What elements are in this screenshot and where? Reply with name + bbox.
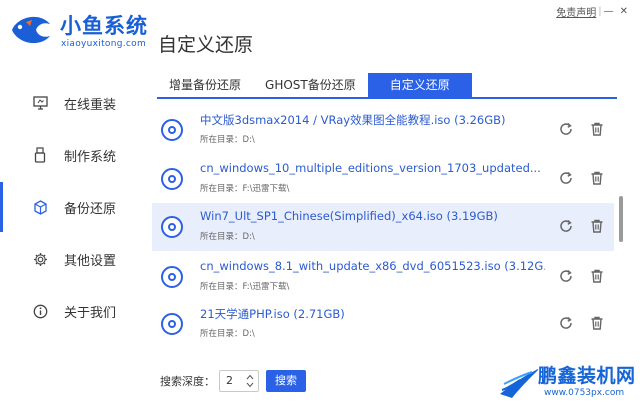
tab-incremental-backup[interactable]: 增量备份还原	[157, 73, 253, 98]
file-name: cn_windows_8.1_with_update_x86_dvd_60515…	[200, 259, 545, 273]
gear-icon	[32, 251, 48, 267]
directory-path: D:\	[242, 135, 255, 145]
directory-path: F:\迅雷下载\	[242, 282, 290, 292]
file-name: 中文版3dsmax2014 / VRay效果图全能教程.iso (3.26GB)	[200, 113, 506, 127]
sidebar: 在线重装 制作系统 备份还原 其他设置 关于我们	[0, 76, 145, 336]
search-controls: 搜索深度： 2 搜索	[160, 370, 306, 392]
search-depth-label: 搜索深度：	[160, 375, 215, 388]
file-name: cn_windows_10_multiple_editions_version_…	[200, 161, 541, 175]
sidebar-item-online-reinstall[interactable]: 在线重装	[0, 78, 145, 128]
directory-label: 所在目录：	[200, 232, 243, 242]
watermark-url: www.0753px.com	[544, 388, 625, 398]
disc-icon	[161, 266, 183, 288]
directory-label: 所在目录：	[200, 135, 243, 145]
watermark-title: 鹏鑫装机网	[538, 365, 636, 387]
directory-label: 所在目录：	[200, 329, 243, 339]
disc-icon	[161, 216, 183, 238]
trash-icon[interactable]	[589, 218, 605, 234]
list-item[interactable]: cn_windows_10_multiple_editions_version_…	[152, 155, 614, 203]
file-directory: 所在目录：D:\	[200, 327, 255, 339]
disc-icon	[161, 313, 183, 335]
tab-custom-restore[interactable]: 自定义还原	[367, 73, 472, 98]
page-title: 自定义还原	[158, 34, 254, 56]
image-file-list: 中文版3dsmax2014 / VRay效果图全能教程.iso (3.26GB)…	[152, 106, 614, 356]
directory-label: 所在目录：	[200, 184, 243, 194]
trash-icon[interactable]	[589, 315, 605, 331]
sidebar-item-label: 制作系统	[64, 149, 117, 165]
sidebar-item-make-system[interactable]: 制作系统	[0, 130, 145, 180]
brand-name: 小鱼系统	[60, 14, 148, 38]
file-directory: 所在目录：D:\	[200, 133, 255, 145]
refresh-icon[interactable]	[558, 268, 574, 284]
sidebar-item-backup-restore[interactable]: 备份还原	[0, 182, 145, 232]
app-window: 小鱼系统 xiaoyuxitong.com 自定义还原 免责声明 | — ✕ 在…	[0, 0, 640, 406]
window-controls: 免责声明 | — ✕	[556, 4, 628, 19]
sidebar-item-label: 其他设置	[64, 253, 117, 269]
sidebar-item-label: 备份还原	[64, 201, 117, 217]
list-scrollbar-thumb[interactable]	[619, 196, 623, 242]
sidebar-item-label: 关于我们	[64, 305, 117, 321]
directory-label: 所在目录：	[200, 282, 243, 292]
refresh-icon[interactable]	[558, 218, 574, 234]
directory-path: D:\	[242, 232, 255, 242]
file-name: 21天学通PHP.iso (2.71GB)	[200, 307, 345, 321]
file-name: Win7_Ult_SP1_Chinese(Simplified)_x64.iso…	[200, 209, 498, 223]
refresh-icon[interactable]	[558, 170, 574, 186]
tab-bar: 增量备份还原 GHOST备份还原 自定义还原	[157, 73, 617, 99]
stepper-arrows-icon[interactable]	[246, 373, 254, 389]
separator: |	[598, 6, 602, 17]
disclaimer-link[interactable]: 免责声明	[556, 4, 596, 19]
sidebar-item-other-settings[interactable]: 其他设置	[0, 234, 145, 284]
brand-domain: xiaoyuxitong.com	[61, 39, 147, 49]
file-directory: 所在目录：F:\迅雷下载\	[200, 280, 289, 292]
directory-path: D:\	[242, 329, 255, 339]
monitor-icon	[32, 95, 48, 111]
usb-drive-icon	[32, 147, 48, 163]
list-item[interactable]: Win7_Ult_SP1_Chinese(Simplified)_x64.iso…	[152, 203, 614, 251]
file-directory: 所在目录：D:\	[200, 230, 255, 242]
tab-ghost-backup[interactable]: GHOST备份还原	[253, 73, 368, 98]
info-icon	[32, 303, 48, 319]
watermark-logo-icon	[500, 368, 540, 398]
trash-icon[interactable]	[589, 121, 605, 137]
sidebar-item-label: 在线重装	[64, 97, 117, 113]
list-item[interactable]: 中文版3dsmax2014 / VRay效果图全能教程.iso (3.26GB)…	[152, 106, 614, 154]
list-item[interactable]: cn_windows_8.1_with_update_x86_dvd_60515…	[152, 253, 614, 301]
search-button[interactable]: 搜索	[266, 370, 306, 392]
refresh-icon[interactable]	[558, 315, 574, 331]
minimize-button[interactable]: —	[604, 6, 614, 17]
backup-icon	[32, 199, 48, 215]
trash-icon[interactable]	[589, 268, 605, 284]
search-depth-stepper[interactable]: 2	[219, 370, 259, 392]
sidebar-item-about-us[interactable]: 关于我们	[0, 286, 145, 336]
search-depth-value: 2	[226, 374, 233, 387]
brand-logo: 小鱼系统 xiaoyuxitong.com	[8, 4, 150, 62]
list-item[interactable]: 21天学通PHP.iso (2.71GB) 所在目录：D:\	[152, 300, 614, 348]
directory-path: F:\迅雷下载\	[242, 184, 290, 194]
watermark: 鹏鑫装机网 www.0753px.com	[498, 356, 640, 406]
trash-icon[interactable]	[589, 170, 605, 186]
disc-icon	[161, 119, 183, 141]
fish-logo-icon	[12, 16, 50, 44]
refresh-icon[interactable]	[558, 121, 574, 137]
close-button[interactable]: ✕	[620, 6, 628, 17]
disc-icon	[161, 168, 183, 190]
file-directory: 所在目录：F:\迅雷下载\	[200, 182, 289, 194]
